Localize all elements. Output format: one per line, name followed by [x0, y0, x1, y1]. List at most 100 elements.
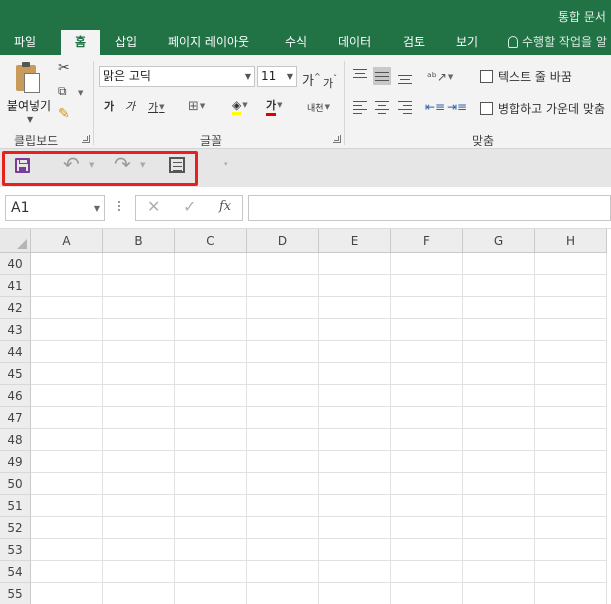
cell-f40[interactable]	[391, 253, 463, 275]
cell-c52[interactable]	[175, 517, 247, 539]
cell-g51[interactable]	[463, 495, 535, 517]
cell-c50[interactable]	[175, 473, 247, 495]
cell-e41[interactable]	[319, 275, 391, 297]
font-launcher-icon[interactable]	[333, 135, 341, 143]
cell-f53[interactable]	[391, 539, 463, 561]
cell-f52[interactable]	[391, 517, 463, 539]
cell-c46[interactable]	[175, 385, 247, 407]
cell-e44[interactable]	[319, 341, 391, 363]
copy-dropdown-icon[interactable]: ▼	[78, 85, 83, 101]
row-header-48[interactable]: 48	[0, 429, 31, 451]
cell-d41[interactable]	[247, 275, 319, 297]
cell-e51[interactable]	[319, 495, 391, 517]
column-header-h[interactable]: H	[535, 229, 607, 253]
cell-b49[interactable]	[103, 451, 175, 473]
cell-d45[interactable]	[247, 363, 319, 385]
cell-g53[interactable]	[463, 539, 535, 561]
cell-d44[interactable]	[247, 341, 319, 363]
cell-e55[interactable]	[319, 583, 391, 604]
cut-icon[interactable]: ✂	[58, 60, 70, 76]
row-header-53[interactable]: 53	[0, 539, 31, 561]
row-header-55[interactable]: 55	[0, 583, 31, 604]
cell-b41[interactable]	[103, 275, 175, 297]
row-header-54[interactable]: 54	[0, 561, 31, 583]
cell-c47[interactable]	[175, 407, 247, 429]
cell-a46[interactable]	[31, 385, 103, 407]
cell-f50[interactable]	[391, 473, 463, 495]
cell-g44[interactable]	[463, 341, 535, 363]
cell-d48[interactable]	[247, 429, 319, 451]
insert-function-icon[interactable]: fx	[219, 199, 231, 214]
cell-g55[interactable]	[463, 583, 535, 604]
cell-a44[interactable]	[31, 341, 103, 363]
cell-e53[interactable]	[319, 539, 391, 561]
customize-qat-icon[interactable]: ▾	[224, 160, 228, 168]
cell-a42[interactable]	[31, 297, 103, 319]
cell-c55[interactable]	[175, 583, 247, 604]
cell-e50[interactable]	[319, 473, 391, 495]
align-right-button[interactable]	[396, 98, 414, 116]
cell-e43[interactable]	[319, 319, 391, 341]
cell-a53[interactable]	[31, 539, 103, 561]
cell-c40[interactable]	[175, 253, 247, 275]
tab-insert[interactable]: 삽입	[115, 30, 137, 55]
row-header-50[interactable]: 50	[0, 473, 31, 495]
cell-g47[interactable]	[463, 407, 535, 429]
name-box[interactable]: A1 ▼	[5, 195, 105, 221]
cell-h50[interactable]	[535, 473, 607, 495]
cell-d52[interactable]	[247, 517, 319, 539]
cell-h54[interactable]	[535, 561, 607, 583]
cell-d47[interactable]	[247, 407, 319, 429]
cell-b43[interactable]	[103, 319, 175, 341]
format-painter-icon[interactable]: ✎	[58, 106, 70, 122]
align-left-button[interactable]	[351, 98, 369, 116]
row-header-42[interactable]: 42	[0, 297, 31, 319]
cell-h51[interactable]	[535, 495, 607, 517]
cell-b40[interactable]	[103, 253, 175, 275]
merge-center-button[interactable]: 병합하고 가운데 맞춤	[480, 100, 605, 117]
cell-b42[interactable]	[103, 297, 175, 319]
cell-g49[interactable]	[463, 451, 535, 473]
phonetic-button[interactable]: 내천▼	[307, 99, 330, 117]
cell-g50[interactable]	[463, 473, 535, 495]
shrink-font-button[interactable]: 가ˇ	[323, 71, 337, 92]
border-button[interactable]: ⊞▼	[188, 98, 205, 115]
cell-f49[interactable]	[391, 451, 463, 473]
row-header-51[interactable]: 51	[0, 495, 31, 517]
cell-c48[interactable]	[175, 429, 247, 451]
cell-h46[interactable]	[535, 385, 607, 407]
cell-e49[interactable]	[319, 451, 391, 473]
row-header-52[interactable]: 52	[0, 517, 31, 539]
cell-e42[interactable]	[319, 297, 391, 319]
column-header-e[interactable]: E	[319, 229, 391, 253]
cell-a49[interactable]	[31, 451, 103, 473]
resize-handle[interactable]	[117, 198, 121, 214]
orientation-button[interactable]: ᵃᵇ↗▼	[427, 69, 453, 85]
copy-icon[interactable]: ⧉	[58, 83, 67, 99]
column-header-a[interactable]: A	[31, 229, 103, 253]
cell-a43[interactable]	[31, 319, 103, 341]
cell-g48[interactable]	[463, 429, 535, 451]
column-header-c[interactable]: C	[175, 229, 247, 253]
bold-button[interactable]: 가	[104, 99, 114, 115]
row-header-46[interactable]: 46	[0, 385, 31, 407]
align-center-button[interactable]	[373, 98, 391, 116]
column-header-d[interactable]: D	[247, 229, 319, 253]
cell-c43[interactable]	[175, 319, 247, 341]
top-align-button[interactable]	[351, 67, 369, 85]
cell-g52[interactable]	[463, 517, 535, 539]
cell-h52[interactable]	[535, 517, 607, 539]
row-header-45[interactable]: 45	[0, 363, 31, 385]
increase-indent-button[interactable]: ⇥≡	[447, 99, 467, 115]
cell-g45[interactable]	[463, 363, 535, 385]
cell-c44[interactable]	[175, 341, 247, 363]
cell-b50[interactable]	[103, 473, 175, 495]
cell-b47[interactable]	[103, 407, 175, 429]
cell-b44[interactable]	[103, 341, 175, 363]
cell-g41[interactable]	[463, 275, 535, 297]
formula-input[interactable]	[248, 195, 611, 221]
cell-d43[interactable]	[247, 319, 319, 341]
tab-file[interactable]: 파일	[14, 30, 36, 55]
cell-b52[interactable]	[103, 517, 175, 539]
cell-h43[interactable]	[535, 319, 607, 341]
